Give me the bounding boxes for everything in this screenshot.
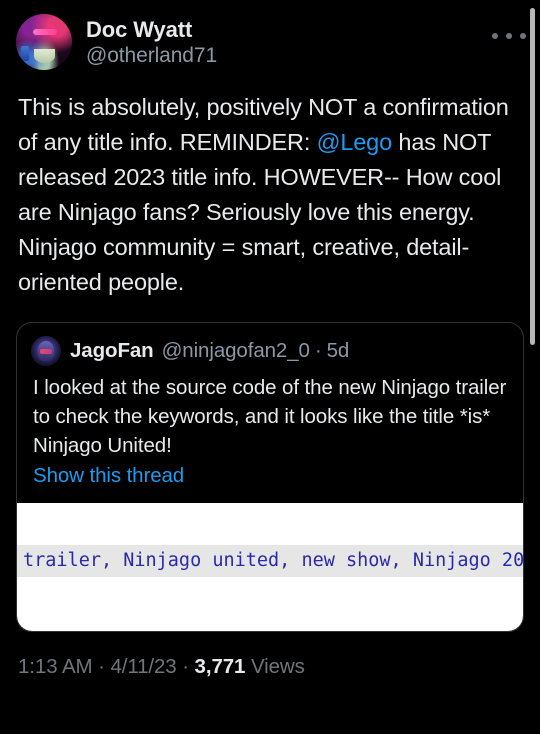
quoted-tweet-card[interactable]: JagoFan @ninjagofan2_0 · 5d I looked at … xyxy=(16,322,524,632)
code-highlight-band: trailer, Ninjago united, new show, Ninja… xyxy=(17,545,523,577)
code-keywords-text: trailer, Ninjago united, new show, Ninja… xyxy=(23,550,523,571)
footer-separator-2: · xyxy=(176,655,195,678)
tweet-detail-screen: Doc Wyatt @otherland71 This is absolutel… xyxy=(0,0,540,734)
scrollbar-thumb[interactable] xyxy=(530,8,535,345)
views-count[interactable]: 3,771 xyxy=(195,655,246,678)
mention-link-lego[interactable]: @Lego xyxy=(317,129,393,155)
avatar[interactable] xyxy=(16,14,72,70)
scrollbar-track[interactable] xyxy=(530,0,538,734)
quoted-tweet-body-text: I looked at the source code of the new N… xyxy=(33,376,512,457)
quoted-author-handle[interactable]: @ninjagofan2_0 xyxy=(162,339,310,363)
quoted-timestamp[interactable]: 5d xyxy=(327,339,350,363)
quoted-author-meta: JagoFan @ninjagofan2_0 · 5d xyxy=(70,339,349,363)
tweet-header: Doc Wyatt @otherland71 xyxy=(0,0,540,71)
footer-separator-1: · xyxy=(92,655,111,678)
author-name-block: Doc Wyatt @otherland71 xyxy=(86,14,217,71)
code-line: trailer, Ninjago united, new show, Ninja… xyxy=(17,545,523,577)
avatar-photo-sunglasses xyxy=(32,29,58,36)
views-label[interactable]: Views xyxy=(245,655,305,678)
quoted-author-avatar[interactable] xyxy=(31,336,61,366)
avatar-photo-cup xyxy=(21,46,30,62)
show-this-thread-link[interactable]: Show this thread xyxy=(17,460,523,490)
quoted-meta-separator: · xyxy=(314,339,322,362)
quoted-avatar-visor xyxy=(40,348,52,354)
quoted-tweet-header: JagoFan @ninjagofan2_0 · 5d xyxy=(17,323,523,366)
tweet-date: 4/11/23 xyxy=(110,655,177,678)
tweet-time: 1:13 AM xyxy=(18,655,93,678)
quoted-author-display-name[interactable]: JagoFan xyxy=(70,339,154,363)
more-options-icon[interactable] xyxy=(492,26,526,46)
more-dot-2 xyxy=(506,33,512,39)
more-dot-3 xyxy=(520,33,526,39)
more-dot-1 xyxy=(492,33,498,39)
source-code-screenshot[interactable]: trailer, Ninjago united, new show, Ninja… xyxy=(17,503,523,631)
author-display-name[interactable]: Doc Wyatt xyxy=(86,17,217,43)
tweet-footer: 1:13 AM · 4/11/23 · 3,771 Views xyxy=(0,632,540,680)
tweet-body-text: This is absolutely, positively NOT a con… xyxy=(0,71,540,300)
author-handle[interactable]: @otherland71 xyxy=(86,43,217,69)
